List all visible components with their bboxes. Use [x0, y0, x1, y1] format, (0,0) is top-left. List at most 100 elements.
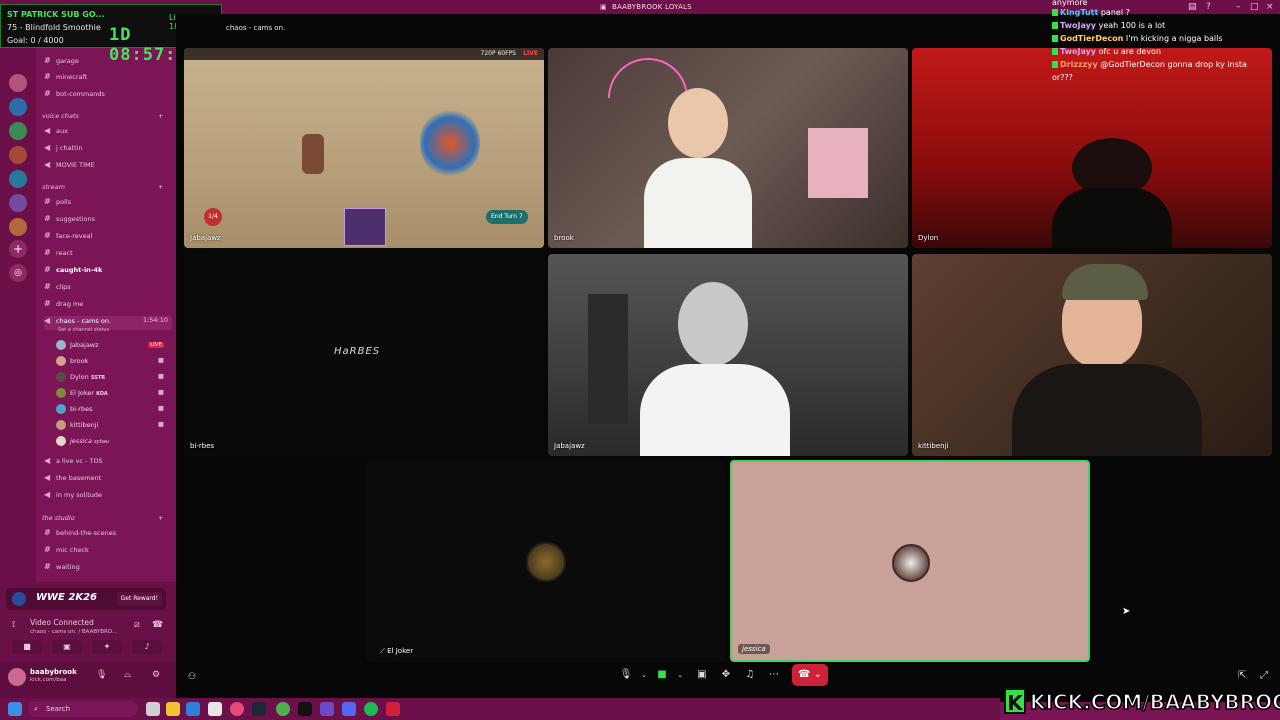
live-badge: LIVE: [148, 342, 164, 348]
video-tile-brook[interactable]: brook: [548, 48, 908, 248]
category-stream[interactable]: stream +: [42, 183, 163, 191]
server-icon[interactable]: [9, 98, 27, 116]
server-icon[interactable]: [9, 194, 27, 212]
channel-mic-check[interactable]: # mic check: [44, 545, 172, 559]
file-explorer-icon[interactable]: [166, 702, 180, 716]
app-icon[interactable]: [186, 702, 200, 716]
soundboard-button[interactable]: ♪: [132, 640, 162, 654]
voice-channel-live-vc[interactable]: ◀ a live vc - TOS: [44, 456, 172, 470]
headphones-icon[interactable]: ⌓: [124, 670, 131, 680]
server-icon[interactable]: [9, 146, 27, 164]
task-view-icon[interactable]: [146, 702, 160, 716]
add-server-icon[interactable]: +: [9, 240, 27, 258]
discord-icon[interactable]: [342, 702, 356, 716]
hash-icon: #: [44, 72, 51, 81]
voice-channel-aux[interactable]: ◀ aux: [44, 126, 172, 140]
voice-user-dylon[interactable]: Dylon SSTR ■: [56, 372, 172, 386]
camera-button[interactable]: ■: [652, 666, 672, 684]
category-the-studio[interactable]: the studio +: [42, 514, 163, 522]
disconnect-button[interactable]: ☎ ⌄: [792, 664, 828, 686]
activities-button[interactable]: ✥: [716, 666, 736, 684]
app-icon[interactable]: [386, 702, 400, 716]
current-user-name[interactable]: baabybrook: [30, 668, 77, 676]
video-tile-jessica[interactable]: jessica: [730, 460, 1090, 662]
app-icon[interactable]: [230, 702, 244, 716]
avatar: [56, 340, 66, 350]
channel-label: chaos - cams on.: [56, 317, 112, 325]
video-tile-kittibenji[interactable]: kittibenji: [912, 254, 1272, 456]
popout-icon[interactable]: ⇱: [1238, 670, 1246, 681]
video-tile-jabajawz[interactable]: Jabajawz: [548, 254, 908, 456]
avatar[interactable]: [8, 668, 26, 686]
server-icon[interactable]: [9, 218, 27, 236]
goal-title: ST PATRICK SUB GO...: [7, 10, 105, 19]
goal-item: 75 - Blindfold Smoothie: [7, 23, 101, 32]
add-channel-icon[interactable]: +: [158, 112, 163, 120]
hash-icon: #: [44, 56, 51, 65]
channel-bot-commands[interactable]: # bot-commands: [44, 89, 172, 103]
tiktok-icon[interactable]: [298, 702, 312, 716]
spotify-icon[interactable]: [364, 702, 378, 716]
mic-icon[interactable]: 🎙: [96, 670, 107, 680]
steam-icon[interactable]: [252, 702, 266, 716]
soundboard-button[interactable]: ♫: [740, 666, 760, 684]
more-options-icon[interactable]: ⋯: [764, 666, 784, 684]
channel-clips[interactable]: # clips: [44, 282, 172, 296]
channel-polls[interactable]: # polls: [44, 197, 172, 211]
get-reward-button[interactable]: Get Reward!: [116, 592, 162, 606]
add-channel-icon[interactable]: +: [158, 514, 163, 522]
voice-status: Video Connected: [30, 618, 94, 627]
fullscreen-icon[interactable]: ⤢: [1260, 670, 1268, 681]
microphone-button[interactable]: 🎙: [616, 666, 636, 684]
server-icon[interactable]: [9, 170, 27, 188]
voice-user-el-joker[interactable]: El Joker KOA ■: [56, 388, 172, 402]
channel-status-hint[interactable]: Set a channel status: [58, 327, 109, 333]
channel-behind-the-scenes[interactable]: # behind-the-scenes: [44, 528, 172, 542]
server-icon[interactable]: [9, 74, 27, 92]
voice-user-brook[interactable]: brook ■: [56, 356, 172, 370]
server-icon[interactable]: [9, 122, 27, 140]
start-icon[interactable]: [8, 702, 22, 716]
app-icon[interactable]: [320, 702, 334, 716]
channel-waiting[interactable]: # waiting: [44, 562, 172, 576]
voice-user-bi-rbes[interactable]: bi-rbes ■: [56, 404, 172, 418]
voice-user-kittibenji[interactable]: kittibenji ■: [56, 420, 172, 434]
add-channel-icon[interactable]: +: [158, 183, 163, 191]
channel-face-reveal[interactable]: # face-reveal: [44, 231, 172, 245]
voice-channel-solitude[interactable]: ◀ in my solitude: [44, 490, 172, 504]
activities-button[interactable]: ✦: [92, 640, 122, 654]
settings-gear-icon[interactable]: ⚙: [152, 670, 160, 680]
disconnect-icon[interactable]: ☎: [152, 620, 163, 630]
channel-caught-in-4k[interactable]: # caught-in-4k: [44, 265, 172, 279]
camera-toggle-button[interactable]: ■: [12, 640, 42, 654]
channel-react[interactable]: # react: [44, 248, 172, 262]
speaker-icon: ◀: [44, 490, 51, 499]
video-tile-game[interactable]: 720P 60FPS LIVE 1/4 End Turn 7 Jabajawz: [184, 48, 544, 248]
chrome-icon[interactable]: [276, 702, 290, 716]
discover-icon[interactable]: ◎: [9, 264, 27, 282]
inbox-icon[interactable]: ▣: [600, 3, 607, 11]
voice-channel-path[interactable]: chaos - cams on. / BAABYBRO...: [30, 629, 117, 635]
camera-options-chevron-icon[interactable]: ⌄: [670, 666, 690, 684]
screen-share-button[interactable]: ▣: [692, 666, 712, 684]
mic-options-chevron-icon[interactable]: ⌄: [634, 666, 654, 684]
signal-icon[interactable]: ⟟: [12, 620, 15, 630]
channel-minecraft[interactable]: # minecraft: [44, 72, 172, 86]
voice-user-jessica[interactable]: jessica sybau: [56, 436, 172, 450]
channel-suggestions[interactable]: # suggestions: [44, 214, 172, 228]
obs-icon[interactable]: [208, 702, 222, 716]
voice-channel-j-chattin[interactable]: ◀ j chattin: [44, 143, 172, 157]
category-voice-chats[interactable]: voice chats +: [42, 112, 163, 120]
voice-channel-movie-time[interactable]: ◀ MOVIE TIME: [44, 160, 172, 174]
activity-icon[interactable]: ⚇: [188, 672, 196, 682]
voice-user-jabajawz[interactable]: Jabajawz LIVE: [56, 340, 172, 354]
reward-promo[interactable]: WWE 2K26 Get Reward!: [6, 588, 166, 610]
taskbar-search[interactable]: ⌕ Search: [28, 701, 138, 717]
screen-share-button[interactable]: ▣: [52, 640, 82, 654]
channel-drag-me[interactable]: # drag me: [44, 299, 172, 313]
video-tile-bi-rbes[interactable]: HaRBES bi-rbes: [184, 254, 544, 456]
channel-label: react: [56, 249, 73, 257]
video-tile-el-joker[interactable]: ⟋ El Joker: [366, 462, 726, 662]
noise-suppression-icon[interactable]: ⧄: [134, 620, 140, 630]
voice-channel-basement[interactable]: ◀ the basement: [44, 473, 172, 487]
